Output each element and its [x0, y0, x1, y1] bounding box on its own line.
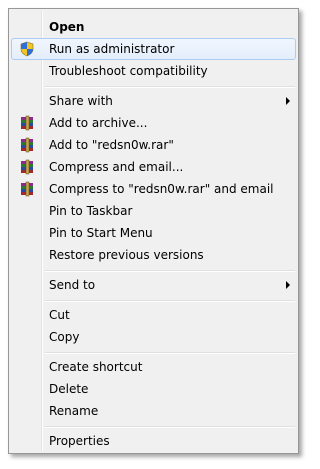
menu-item-label: Pin to Taskbar — [49, 204, 133, 218]
menu-separator — [45, 300, 295, 302]
menu-item-rename[interactable]: Rename — [11, 400, 296, 422]
menu-item-properties[interactable]: Properties — [11, 430, 296, 452]
menu-item-open[interactable]: Open — [11, 16, 296, 38]
winrar-icon — [19, 115, 35, 131]
submenu-arrow-icon — [286, 281, 290, 289]
menu-item-label: Pin to Start Menu — [49, 226, 153, 240]
menu-item-send-to[interactable]: Send to — [11, 274, 296, 296]
menu-item-run-as-administrator[interactable]: Run as administrator — [11, 38, 296, 60]
menu-item-label: Delete — [49, 382, 89, 396]
menu-item-delete[interactable]: Delete — [11, 378, 296, 400]
menu-separator — [45, 426, 295, 428]
menu-item-copy[interactable]: Copy — [11, 326, 296, 348]
winrar-icon — [19, 159, 35, 175]
menu-item-label: Run as administrator — [49, 42, 175, 56]
submenu-arrow-icon — [286, 97, 290, 105]
menu-item-troubleshoot-compatibility[interactable]: Troubleshoot compatibility — [11, 60, 296, 82]
menu-item-compress-to-rar-and-email[interactable]: Compress to "redsn0w.rar" and email — [11, 178, 296, 200]
menu-item-compress-and-email[interactable]: Compress and email... — [11, 156, 296, 178]
context-menu: Open Run as administrator Troubleshoot c… — [8, 8, 299, 454]
uac-shield-icon — [19, 41, 35, 57]
menu-item-label: Create shortcut — [49, 360, 143, 374]
menu-item-restore-previous-versions[interactable]: Restore previous versions — [11, 244, 296, 266]
menu-item-label: Rename — [49, 404, 99, 418]
winrar-icon — [19, 181, 35, 197]
menu-item-share-with[interactable]: Share with — [11, 90, 296, 112]
menu-item-label: Properties — [49, 434, 110, 448]
menu-item-label: Cut — [49, 308, 70, 322]
menu-separator — [45, 352, 295, 354]
menu-item-label: Compress to "redsn0w.rar" and email — [49, 182, 274, 196]
menu-item-pin-to-start-menu[interactable]: Pin to Start Menu — [11, 222, 296, 244]
menu-item-add-to-rar[interactable]: Add to "redsn0w.rar" — [11, 134, 296, 156]
menu-item-label: Add to "redsn0w.rar" — [49, 138, 174, 152]
menu-item-label: Add to archive... — [49, 116, 148, 130]
menu-item-label: Restore previous versions — [49, 248, 204, 262]
menu-item-label: Open — [49, 20, 85, 34]
menu-separator — [45, 270, 295, 272]
menu-item-label: Share with — [49, 94, 113, 108]
menu-item-label: Troubleshoot compatibility — [49, 64, 208, 78]
menu-separator — [45, 86, 295, 88]
menu-item-add-to-archive[interactable]: Add to archive... — [11, 112, 296, 134]
menu-item-cut[interactable]: Cut — [11, 304, 296, 326]
winrar-icon — [19, 137, 35, 153]
menu-item-pin-to-taskbar[interactable]: Pin to Taskbar — [11, 200, 296, 222]
menu-item-label: Send to — [49, 278, 96, 292]
menu-item-create-shortcut[interactable]: Create shortcut — [11, 356, 296, 378]
menu-item-label: Copy — [49, 330, 80, 344]
menu-item-label: Compress and email... — [49, 160, 184, 174]
